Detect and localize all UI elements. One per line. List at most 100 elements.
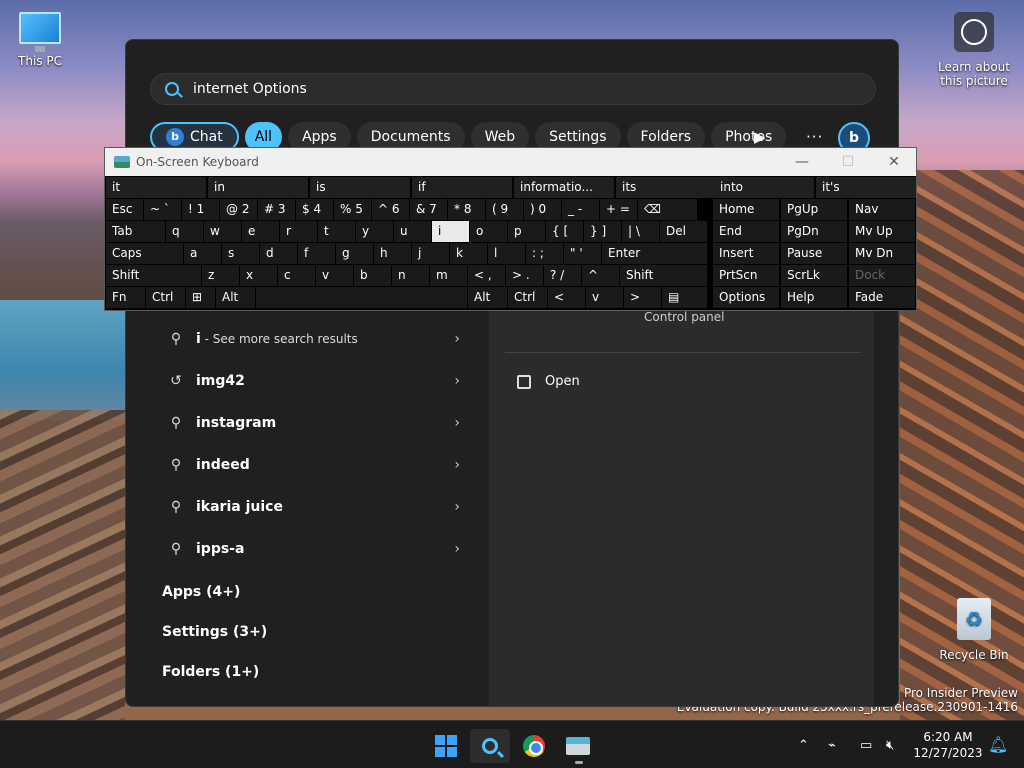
osk-key[interactable]: v [586, 287, 623, 308]
osk-key[interactable]: Shift [106, 265, 201, 286]
osk-key[interactable]: ^ [582, 265, 619, 286]
chrome-taskbar-button[interactable] [514, 729, 554, 763]
taskbar-clock[interactable]: 6:20 AM 12/27/2023 [912, 729, 984, 761]
osk-key[interactable]: Home [713, 199, 779, 220]
show-hidden-icons-button[interactable]: ⌃ [798, 721, 809, 768]
osk-key[interactable]: # 3 [258, 199, 295, 220]
osk-key[interactable]: k [450, 243, 487, 264]
word-prediction[interactable]: informatio... [514, 177, 614, 198]
osk-key[interactable]: Options [713, 287, 779, 308]
osk-key[interactable]: b [354, 265, 391, 286]
osk-key[interactable]: Caps [106, 243, 183, 264]
osk-key[interactable]: ⊞ [186, 287, 215, 308]
start-button[interactable] [426, 729, 466, 763]
osk-key[interactable]: e [242, 221, 279, 242]
osk-key[interactable]: Esc [106, 199, 143, 220]
osk-key[interactable]: l [488, 243, 525, 264]
osk-key[interactable]: t [318, 221, 355, 242]
osk-key[interactable]: Tab [106, 221, 165, 242]
osk-key[interactable]: Pause [781, 243, 847, 264]
osk-key[interactable]: g [336, 243, 373, 264]
osk-key[interactable]: * 8 [448, 199, 485, 220]
word-prediction[interactable]: its [616, 177, 716, 198]
notification-bell-icon[interactable]: 🔔︎ [988, 735, 1008, 754]
osk-key[interactable]: v [316, 265, 353, 286]
desktop-icon-recycle-bin[interactable]: ♻ Recycle Bin [934, 598, 1014, 662]
osk-key[interactable]: _ - [562, 199, 599, 220]
osk-key[interactable]: | \ [622, 221, 659, 242]
osk-key[interactable]: Dock [849, 265, 915, 286]
osk-key[interactable]: End [713, 221, 779, 242]
search-input[interactable]: internet Options [150, 73, 876, 105]
list-item[interactable]: ⚲ i - See more search results › [150, 318, 460, 360]
open-action[interactable]: Open [517, 374, 580, 389]
section-settings[interactable]: Settings (3+) [150, 612, 460, 652]
osk-key[interactable]: > [624, 287, 661, 308]
osk-key[interactable]: ? / [544, 265, 581, 286]
osk-key[interactable]: Mv Dn [849, 243, 915, 264]
osk-key[interactable]: { [ [546, 221, 583, 242]
osk-key[interactable]: p [508, 221, 545, 242]
osk-key[interactable]: & 7 [410, 199, 447, 220]
osk-taskbar-button[interactable] [558, 729, 598, 763]
osk-key[interactable]: y [356, 221, 393, 242]
osk-key[interactable]: ^ 6 [372, 199, 409, 220]
osk-key[interactable]: d [260, 243, 297, 264]
osk-key[interactable]: f [298, 243, 335, 264]
word-prediction[interactable]: is [310, 177, 410, 198]
osk-key[interactable]: PrtScn [713, 265, 779, 286]
list-item[interactable]: ⚲ ikaria juice › [150, 486, 460, 528]
volume-muted-icon[interactable]: 🔇︎ [886, 721, 894, 768]
osk-key[interactable]: < [548, 287, 585, 308]
section-apps[interactable]: Apps (4+) [150, 572, 460, 612]
minimize-button[interactable]: — [779, 148, 825, 176]
osk-titlebar[interactable]: On-Screen Keyboard — ☐ ✕ [105, 148, 916, 176]
osk-key[interactable]: r [280, 221, 317, 242]
osk-key[interactable]: ScrLk [781, 265, 847, 286]
word-prediction[interactable]: if [412, 177, 512, 198]
desktop-icon-learn-about-picture[interactable]: Learn about this picture [934, 12, 1014, 88]
osk-key[interactable]: Insert [713, 243, 779, 264]
osk-key[interactable]: u [394, 221, 431, 242]
osk-key[interactable]: h [374, 243, 411, 264]
osk-key[interactable]: Shift [620, 265, 707, 286]
osk-key[interactable]: $ 4 [296, 199, 333, 220]
osk-key[interactable]: > . [506, 265, 543, 286]
osk-key[interactable]: j [412, 243, 449, 264]
osk-key[interactable]: ( 9 [486, 199, 523, 220]
osk-key[interactable]: " ' [564, 243, 601, 264]
osk-key[interactable]: PgUp [781, 199, 847, 220]
osk-key[interactable]: ) 0 [524, 199, 561, 220]
osk-key[interactable]: % 5 [334, 199, 371, 220]
osk-key[interactable]: n [392, 265, 429, 286]
osk-key[interactable]: < , [468, 265, 505, 286]
maximize-button[interactable]: ☐ [825, 148, 871, 176]
osk-key[interactable]: @ 2 [220, 199, 257, 220]
osk-key[interactable]: } ] [584, 221, 621, 242]
osk-key[interactable]: m [430, 265, 467, 286]
osk-key[interactable]: Alt [468, 287, 507, 308]
word-prediction[interactable]: it's [816, 177, 916, 198]
osk-key[interactable]: a [184, 243, 221, 264]
list-item[interactable]: ↺ img42 › [150, 360, 460, 402]
list-item[interactable]: ⚲ ipps-a › [150, 528, 460, 570]
osk-key[interactable] [256, 287, 467, 308]
osk-key[interactable]: c [278, 265, 315, 286]
osk-key[interactable]: q [166, 221, 203, 242]
osk-key[interactable]: Fn [106, 287, 145, 308]
osk-key[interactable]: Nav [849, 199, 915, 220]
osk-key[interactable]: s [222, 243, 259, 264]
osk-key[interactable]: i [432, 221, 469, 242]
osk-key[interactable]: ! 1 [182, 199, 219, 220]
word-prediction[interactable]: in [208, 177, 308, 198]
word-prediction[interactable]: it [106, 177, 206, 198]
osk-key[interactable]: + = [600, 199, 637, 220]
osk-key[interactable]: Mv Up [849, 221, 915, 242]
section-folders[interactable]: Folders (1+) [150, 652, 460, 692]
osk-key[interactable]: Del [660, 221, 707, 242]
osk-key[interactable]: Enter [602, 243, 707, 264]
osk-key[interactable]: ⌫ [638, 199, 697, 220]
osk-key[interactable]: Alt [216, 287, 255, 308]
close-button[interactable]: ✕ [871, 148, 917, 176]
osk-key[interactable]: z [202, 265, 239, 286]
